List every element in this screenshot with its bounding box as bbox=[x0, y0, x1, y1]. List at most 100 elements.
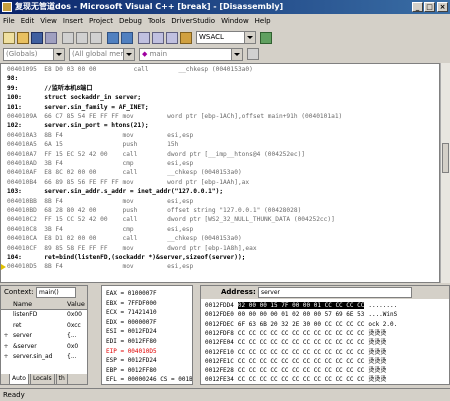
menu-item-insert[interactable]: Insert bbox=[60, 14, 86, 28]
expand-icon[interactable]: + bbox=[2, 331, 10, 341]
window-list-icon[interactable] bbox=[166, 32, 178, 44]
undo-icon[interactable] bbox=[107, 32, 119, 44]
variable-row[interactable]: + server.sin_ad {... bbox=[1, 352, 87, 362]
register-value[interactable]: 0012FF80 bbox=[128, 367, 157, 374]
register-value[interactable]: 71421410 bbox=[128, 309, 157, 316]
output-icon[interactable] bbox=[152, 32, 164, 44]
vertical-scrollbar[interactable] bbox=[440, 63, 450, 283]
chevron-down-icon[interactable] bbox=[231, 49, 242, 60]
asm-line[interactable]: 004010A3 8B F4 mov esi,esp bbox=[7, 132, 193, 140]
context-combo[interactable]: main() bbox=[36, 286, 77, 298]
chevron-down-icon[interactable] bbox=[53, 49, 64, 60]
redo-icon[interactable] bbox=[121, 32, 133, 44]
chevron-down-icon[interactable] bbox=[123, 49, 134, 60]
asm-line[interactable]: 004010CF 89 85 58 FE FF FF mov dword ptr… bbox=[7, 245, 257, 253]
variable-row[interactable]: + server {... bbox=[1, 331, 87, 341]
source-line[interactable]: 99: //监听本机8端口 bbox=[7, 85, 93, 93]
scope-combo[interactable]: (Globals) bbox=[3, 48, 65, 61]
memory-hex[interactable]: CC CC CC CC CC CC CC CC CC CC CC CC bbox=[238, 330, 364, 337]
asm-line[interactable]: 004010D5 8B F4 mov esi,esp bbox=[7, 263, 193, 271]
save-icon[interactable] bbox=[31, 32, 43, 44]
register-value[interactable]: 004010D5 bbox=[128, 348, 157, 355]
tab-th[interactable]: th bbox=[55, 374, 68, 384]
register-value[interactable]: 0012FD24 bbox=[128, 328, 157, 335]
asm-line[interactable]: 004010C2 FF 15 CC 52 42 00 call dword pt… bbox=[7, 216, 335, 224]
menu-item-debug[interactable]: Debug bbox=[116, 14, 145, 28]
function-combo[interactable]: ◆ main bbox=[139, 48, 243, 61]
vars-name-header[interactable]: Name bbox=[13, 299, 32, 309]
memory-row[interactable]: 0012FDF8 CC CC CC CC CC CC CC CC CC CC CC… bbox=[205, 329, 386, 338]
source-line[interactable]: 101: server.sin_family = AF_INET; bbox=[7, 104, 149, 112]
asm-line[interactable]: 004010CA E8 D1 02 00 00 call __chkesp (0… bbox=[7, 235, 242, 243]
source-line[interactable]: 98: bbox=[7, 75, 18, 83]
asm-line[interactable]: 004010A5 6A 15 push 15h bbox=[7, 141, 178, 149]
variable-row[interactable]: + &server 0x0 bbox=[1, 342, 87, 352]
wizard-action-icon[interactable] bbox=[247, 48, 259, 60]
memory-hex[interactable]: CC CC CC CC CC CC CC CC CC CC CC CC bbox=[238, 367, 364, 374]
menu-item-view[interactable]: View bbox=[37, 14, 60, 28]
expand-icon[interactable]: + bbox=[2, 352, 10, 362]
memory-row[interactable]: 0012FDE0 00 00 00 00 01 02 00 00 57 69 6E… bbox=[205, 310, 397, 319]
asm-line[interactable]: 00401095 E8 D0 03 00 00 call __chkesp (0… bbox=[7, 66, 253, 74]
memory-hex[interactable]: 02 00 00 15 7F 00 00 01 CC CC CC CC bbox=[237, 302, 365, 309]
close-button[interactable]: × bbox=[437, 2, 448, 12]
new-file-icon[interactable] bbox=[3, 32, 15, 44]
memory-row[interactable]: 0012FE28 CC CC CC CC CC CC CC CC CC CC CC… bbox=[205, 366, 386, 375]
source-line[interactable]: 102: server.sin_port = htons(21); bbox=[7, 122, 149, 130]
register-value[interactable]: 0100007F bbox=[128, 290, 157, 297]
variable-row[interactable]: ret 0xcc bbox=[1, 321, 87, 331]
memory-row[interactable]: 0012FE04 CC CC CC CC CC CC CC CC CC CC CC… bbox=[205, 338, 386, 347]
asm-line[interactable]: 004010A7 FF 15 EC 52 42 00 call dword pt… bbox=[7, 151, 305, 159]
memory-hex[interactable]: CC CC CC CC CC CC CC CC CC CC CC CC bbox=[238, 376, 364, 383]
source-line[interactable]: 100: struct sockaddr_in server; bbox=[7, 94, 141, 102]
register-value[interactable]: 0012FF80 bbox=[128, 338, 157, 345]
memory-hex[interactable]: CC CC CC CC CC CC CC CC CC CC CC CC bbox=[238, 358, 364, 365]
source-line[interactable]: 104: ret=bind(listenFD,(sockaddr *)&serv… bbox=[7, 254, 245, 262]
save-all-icon[interactable] bbox=[45, 32, 57, 44]
asm-line[interactable]: 004010AD 3B F4 cmp esi,esp bbox=[7, 160, 193, 168]
register-value[interactable]: 7FFDF000 bbox=[128, 300, 157, 307]
asm-line[interactable]: 0040109A 66 C7 85 54 FE FF FF mov word p… bbox=[7, 113, 342, 121]
asm-line[interactable]: 004010BB 8B F4 mov esi,esp bbox=[7, 198, 193, 206]
vars-value-header[interactable]: Value bbox=[67, 299, 85, 309]
open-folder-icon[interactable] bbox=[17, 32, 29, 44]
maximize-button[interactable]: □ bbox=[424, 2, 435, 12]
menu-item-file[interactable]: File bbox=[0, 14, 18, 28]
source-line[interactable]: 103: server.sin_addr.s_addr = inet_addr(… bbox=[7, 188, 223, 196]
menu-item-tools[interactable]: Tools bbox=[145, 14, 168, 28]
memory-hex[interactable]: 00 00 00 00 01 02 00 00 57 69 6E 53 bbox=[238, 311, 364, 318]
menu-item-window[interactable]: Window bbox=[218, 14, 252, 28]
menu-item-help[interactable]: Help bbox=[252, 14, 274, 28]
register-value[interactable]: 0000007F bbox=[128, 319, 157, 326]
memory-hex[interactable]: CC CC CC CC CC CC CC CC CC CC CC CC bbox=[238, 339, 364, 346]
tab-locals[interactable]: Locals bbox=[29, 374, 55, 384]
memory-row[interactable]: 0012FDD4 02 00 00 15 7F 00 00 01 CC CC CC… bbox=[205, 301, 397, 310]
paste-icon[interactable] bbox=[90, 32, 102, 44]
asm-line[interactable]: 004010AF E8 8C 02 00 00 call __chkesp (0… bbox=[7, 169, 242, 177]
minimize-button[interactable]: _ bbox=[412, 2, 423, 12]
asm-line[interactable]: 004010BD 68 28 80 42 00 push offset stri… bbox=[7, 207, 301, 215]
memory-hex[interactable]: 6F 63 6B 20 32 2E 30 00 CC CC CC CC bbox=[238, 321, 364, 328]
workspace-icon[interactable] bbox=[138, 32, 150, 44]
disassembly-view[interactable]: 00401095 E8 D0 03 00 00 call __chkesp (0… bbox=[0, 63, 440, 283]
find-in-files-icon[interactable] bbox=[180, 32, 192, 44]
memory-row[interactable]: 0012FE34 CC CC CC CC CC CC CC CC CC CC CC… bbox=[205, 375, 386, 384]
memory-row[interactable]: 0012FDEC 6F 63 6B 20 32 2E 30 00 CC CC CC… bbox=[205, 320, 397, 329]
memory-row[interactable]: 0012FE1C CC CC CC CC CC CC CC CC CC CC CC… bbox=[205, 357, 386, 366]
expand-icon[interactable]: + bbox=[2, 342, 10, 352]
find-combo[interactable]: WSACL bbox=[196, 31, 256, 44]
tab-auto[interactable]: Auto bbox=[9, 374, 29, 384]
chevron-down-icon[interactable] bbox=[244, 32, 255, 43]
address-input[interactable]: server bbox=[258, 286, 413, 298]
register-value[interactable]: 0012FD24 bbox=[128, 357, 157, 364]
members-combo[interactable]: (All global members bbox=[69, 48, 135, 61]
asm-line[interactable]: 004010C8 3B F4 cmp esi,esp bbox=[7, 226, 193, 234]
menu-item-project[interactable]: Project bbox=[86, 14, 116, 28]
cut-icon[interactable] bbox=[62, 32, 74, 44]
memory-row[interactable]: 0012FE10 CC CC CC CC CC CC CC CC CC CC CC… bbox=[205, 348, 386, 357]
menu-item-driverstudio[interactable]: DriverStudio bbox=[168, 14, 218, 28]
asm-line[interactable]: 004010B4 66 89 85 56 FE FF FF mov word p… bbox=[7, 179, 249, 187]
search-icon[interactable] bbox=[260, 32, 272, 44]
register-value[interactable]: 00000246 CS = 001B bbox=[128, 376, 192, 383]
copy-icon[interactable] bbox=[76, 32, 88, 44]
